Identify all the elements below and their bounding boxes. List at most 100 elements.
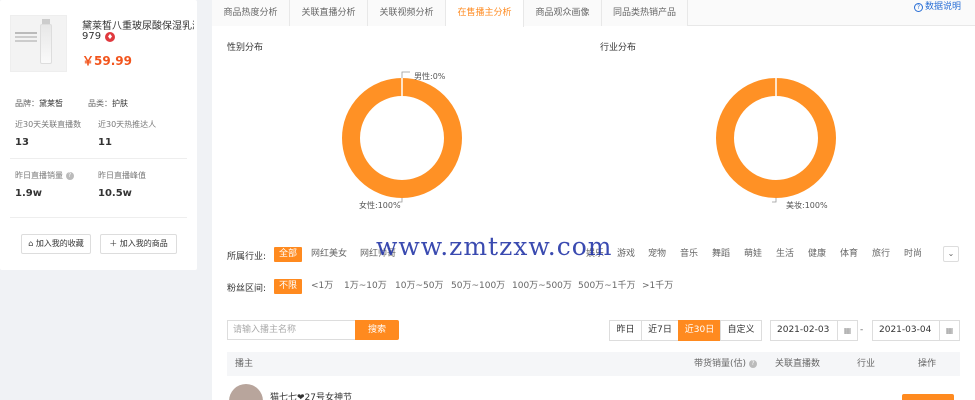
donut-slice-女性[interactable] bbox=[342, 78, 462, 198]
expand-industries-button[interactable]: ⌄ bbox=[943, 246, 959, 262]
brand-label: 品牌： bbox=[15, 99, 39, 108]
fans-chip[interactable]: <1万 bbox=[311, 279, 333, 294]
industry-chip[interactable]: 生活 bbox=[776, 247, 794, 262]
category-value: 护肤 bbox=[112, 99, 128, 108]
stat-value-related-lives: 13 bbox=[15, 137, 29, 148]
add-to-favorites-label: 加入我的收藏 bbox=[35, 239, 84, 248]
plus-icon: ＋ bbox=[109, 239, 118, 248]
industry-chip[interactable]: 体育 bbox=[840, 247, 858, 262]
end-date-picker[interactable]: 2021-03-04 ▦ bbox=[872, 320, 960, 341]
category-row: 品类：护肤 bbox=[88, 98, 128, 109]
question-icon: ? bbox=[913, 3, 923, 12]
search-button[interactable]: 搜索 bbox=[355, 320, 399, 340]
stat-label-yesterday-sales: 昨日直播销量 ? bbox=[15, 170, 74, 181]
column-operation: 操作 bbox=[918, 359, 937, 369]
range-30-days[interactable]: 近30日 bbox=[678, 320, 721, 341]
add-to-my-goods-button[interactable]: ＋ 加入我的商品 bbox=[100, 234, 177, 254]
range-yesterday[interactable]: 昨日 bbox=[609, 320, 642, 341]
leader-line bbox=[772, 198, 777, 203]
product-name-line2: 979 bbox=[82, 31, 102, 42]
industry-chip[interactable]: 萌娃 bbox=[744, 247, 762, 262]
date-separator: - bbox=[860, 325, 864, 335]
tab-audience-profile[interactable]: 商品观众画像 bbox=[524, 0, 602, 26]
fans-chip[interactable]: 1万~10万 bbox=[344, 279, 387, 294]
hot-icon: ♦ bbox=[105, 32, 115, 42]
stat-label-hot-talents: 近30天热推达人 bbox=[98, 120, 157, 129]
column-streamer: 播主 bbox=[235, 359, 254, 369]
industry-chip[interactable]: 舞蹈 bbox=[712, 247, 730, 262]
add-to-favorites-button[interactable]: ⌂ 加入我的收藏 bbox=[21, 234, 91, 254]
brand-row: 品牌：黛莱皙 bbox=[15, 98, 63, 109]
leader-line bbox=[401, 71, 410, 78]
column-sales-label: 带货销量(估) bbox=[694, 359, 747, 369]
industry-chip[interactable]: 健康 bbox=[808, 247, 826, 262]
tab-related-video[interactable]: 关联视频分析 bbox=[368, 0, 446, 26]
product-thumbnail[interactable] bbox=[10, 15, 67, 72]
stat-label-related-lives: 近30天关联直播数 bbox=[15, 120, 82, 129]
brand-value: 黛莱皙 bbox=[39, 99, 63, 108]
gender-chart-title: 性别分布 bbox=[227, 43, 264, 53]
info-icon[interactable]: ? bbox=[748, 359, 757, 368]
product-card: 黛莱皙八重玻尿酸保湿乳液A 979 ♦ ￥59.99 品牌：黛莱皙 品类：护肤 … bbox=[0, 0, 197, 270]
divider bbox=[10, 158, 187, 159]
column-live-count[interactable]: 关联直播数 bbox=[775, 352, 820, 376]
data-help-label: 数据说明 bbox=[924, 2, 961, 12]
female-percent-label: 女性:100% bbox=[359, 201, 401, 210]
streamer-name[interactable]: 猫七七❤27号女神节 bbox=[270, 390, 352, 400]
avatar[interactable] bbox=[229, 384, 263, 400]
column-sales[interactable]: 带货销量(估) ? bbox=[694, 352, 757, 376]
stat-value-yesterday-peak: 10.5w bbox=[98, 188, 132, 199]
industry-chip[interactable]: 旅行 bbox=[872, 247, 890, 262]
home-icon: ⌂ bbox=[28, 239, 34, 248]
tab-bar: 商品热度分析 关联直播分析 关联视频分析 在售播主分析 商品观众画像 同品类热销… bbox=[212, 0, 975, 27]
fans-filter-label: 粉丝区间: bbox=[227, 284, 267, 294]
category-label: 品类： bbox=[88, 99, 112, 108]
data-help-link[interactable]: ? 数据说明 bbox=[913, 0, 961, 14]
tab-product-heat[interactable]: 商品热度分析 bbox=[212, 0, 290, 26]
fans-chip[interactable]: 50万~100万 bbox=[451, 279, 505, 294]
range-custom[interactable]: 自定义 bbox=[720, 320, 762, 341]
start-date-value: 2021-02-03 bbox=[777, 325, 830, 335]
industry-chip[interactable]: 宠物 bbox=[648, 247, 666, 262]
bottle-shape bbox=[40, 24, 52, 64]
industry-chip[interactable]: 游戏 bbox=[617, 247, 635, 262]
operation-button[interactable] bbox=[902, 394, 954, 400]
gender-donut-chart bbox=[342, 71, 462, 203]
donut-slice-美妆[interactable] bbox=[716, 78, 836, 198]
column-industry: 行业 bbox=[857, 359, 876, 369]
fans-chip[interactable]: 100万~500万 bbox=[512, 279, 572, 294]
tab-same-category[interactable]: 同品类热销产品 bbox=[602, 0, 688, 26]
stat-value-yesterday-sales: 1.9w bbox=[15, 188, 42, 199]
product-name[interactable]: 黛莱皙八重玻尿酸保湿乳液A bbox=[82, 17, 194, 32]
start-date-picker[interactable]: 2021-02-03 ▦ bbox=[770, 320, 858, 341]
fans-chip[interactable]: 500万~1千万 bbox=[578, 279, 635, 294]
industry-chip-all[interactable]: 全部 bbox=[274, 247, 303, 262]
fans-chip[interactable]: 10万~50万 bbox=[395, 279, 443, 294]
beauty-percent-label: 美妆:100% bbox=[786, 201, 828, 210]
stat-label-yesterday-sales-text: 昨日直播销量 bbox=[15, 171, 63, 180]
end-date-value: 2021-03-04 bbox=[879, 325, 932, 335]
industry-chip[interactable]: 网红美女 bbox=[311, 247, 347, 262]
stat-label-yesterday-peak: 昨日直播峰值 bbox=[98, 171, 146, 180]
divider bbox=[10, 217, 187, 218]
streamer-search-input[interactable] bbox=[227, 320, 355, 340]
range-7-days[interactable]: 近7日 bbox=[641, 320, 679, 341]
info-icon[interactable]: ? bbox=[65, 171, 74, 180]
stat-value-hot-talents: 11 bbox=[98, 137, 112, 148]
calendar-icon: ▦ bbox=[837, 321, 857, 340]
fans-chip[interactable]: >1千万 bbox=[642, 279, 673, 294]
table-header: 播主 带货销量(估) ? 关联直播数 行业 操作 bbox=[227, 352, 960, 376]
thumbnail-text-decoration bbox=[15, 32, 37, 34]
industry-chip[interactable]: 时尚 bbox=[904, 247, 922, 262]
add-to-my-goods-label: 加入我的商品 bbox=[119, 239, 168, 248]
product-price: ￥59.99 bbox=[82, 54, 132, 68]
chevron-down-icon: ⌄ bbox=[947, 249, 955, 258]
industry-chip[interactable]: 音乐 bbox=[680, 247, 698, 262]
tab-related-live[interactable]: 关联直播分析 bbox=[290, 0, 368, 26]
watermark: www.zmtzxw.com bbox=[376, 232, 613, 261]
industry-donut-chart bbox=[716, 78, 836, 203]
tab-streamer-analysis[interactable]: 在售播主分析 bbox=[446, 0, 524, 27]
main-panel: 商品热度分析 关联直播分析 关联视频分析 在售播主分析 商品观众画像 同品类热销… bbox=[212, 0, 975, 400]
industry-filter-label: 所属行业: bbox=[227, 252, 267, 262]
fans-chip-unlimited[interactable]: 不限 bbox=[274, 279, 303, 294]
